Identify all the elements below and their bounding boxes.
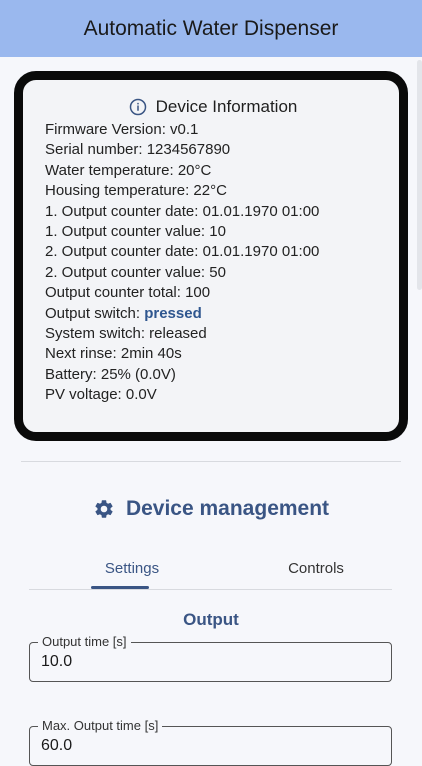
output-time-label: Output time [s] xyxy=(38,634,131,650)
output-section-title: Output xyxy=(183,610,239,629)
next-rinse: Next rinse: 2min 40s xyxy=(45,345,182,363)
app-title: Automatic Water Dispenser xyxy=(83,16,339,40)
device-info-title: Device Information xyxy=(155,97,298,116)
output-switch-label: Output switch: xyxy=(45,304,145,322)
tab-settings[interactable]: Settings xyxy=(87,548,177,588)
device-info-list: Firmware Version: v0.1 Serial number: 12… xyxy=(45,120,387,406)
device-management-header: Device management xyxy=(0,497,422,521)
gear-icon xyxy=(95,500,113,518)
output-counter-1-date: 1. Output counter date: 01.01.1970 01:00 xyxy=(45,202,320,220)
section-divider xyxy=(21,461,401,462)
output-counter-1-value: 1. Output counter value: 10 xyxy=(45,223,226,241)
water-temperature: Water temperature: 20°C xyxy=(45,161,212,179)
output-counter-total: Output counter total: 100 xyxy=(45,284,211,302)
output-time-field[interactable]: Output time [s] xyxy=(29,634,392,682)
output-switch-status: pressed xyxy=(144,304,202,322)
system-switch: System switch: released xyxy=(45,325,207,343)
scrollbar-thumb[interactable] xyxy=(417,60,422,290)
info-icon xyxy=(129,98,146,116)
housing-temperature: Housing temperature: 22°C xyxy=(45,182,227,200)
output-switch: Output switch: pressed xyxy=(45,304,387,324)
serial-number: Serial number: 1234567890 xyxy=(45,141,231,159)
tab-controls[interactable]: Controls xyxy=(255,548,377,588)
max-output-time-field[interactable]: Max. Output time [s] xyxy=(29,718,392,766)
management-tabs: Settings Controls xyxy=(29,548,392,590)
output-time-input[interactable] xyxy=(41,653,371,671)
max-output-time-label: Max. Output time [s] xyxy=(38,718,163,734)
app-bar: Automatic Water Dispenser xyxy=(0,0,422,57)
battery: Battery: 25% (0.0V) xyxy=(45,365,176,383)
device-info-header: Device Information xyxy=(45,97,387,117)
tabs-underline xyxy=(29,589,392,590)
device-info-card: Device Information Firmware Version: v0.… xyxy=(14,71,408,441)
output-counter-2-date: 2. Output counter date: 01.01.1970 01:00 xyxy=(45,243,320,261)
pv-voltage: PV voltage: 0.0V xyxy=(45,386,157,404)
output-counter-2-value: 2. Output counter value: 50 xyxy=(45,263,226,281)
firmware-version: Firmware Version: v0.1 xyxy=(45,121,199,138)
device-management-title: Device management xyxy=(125,497,330,520)
max-output-time-input[interactable] xyxy=(41,737,371,755)
